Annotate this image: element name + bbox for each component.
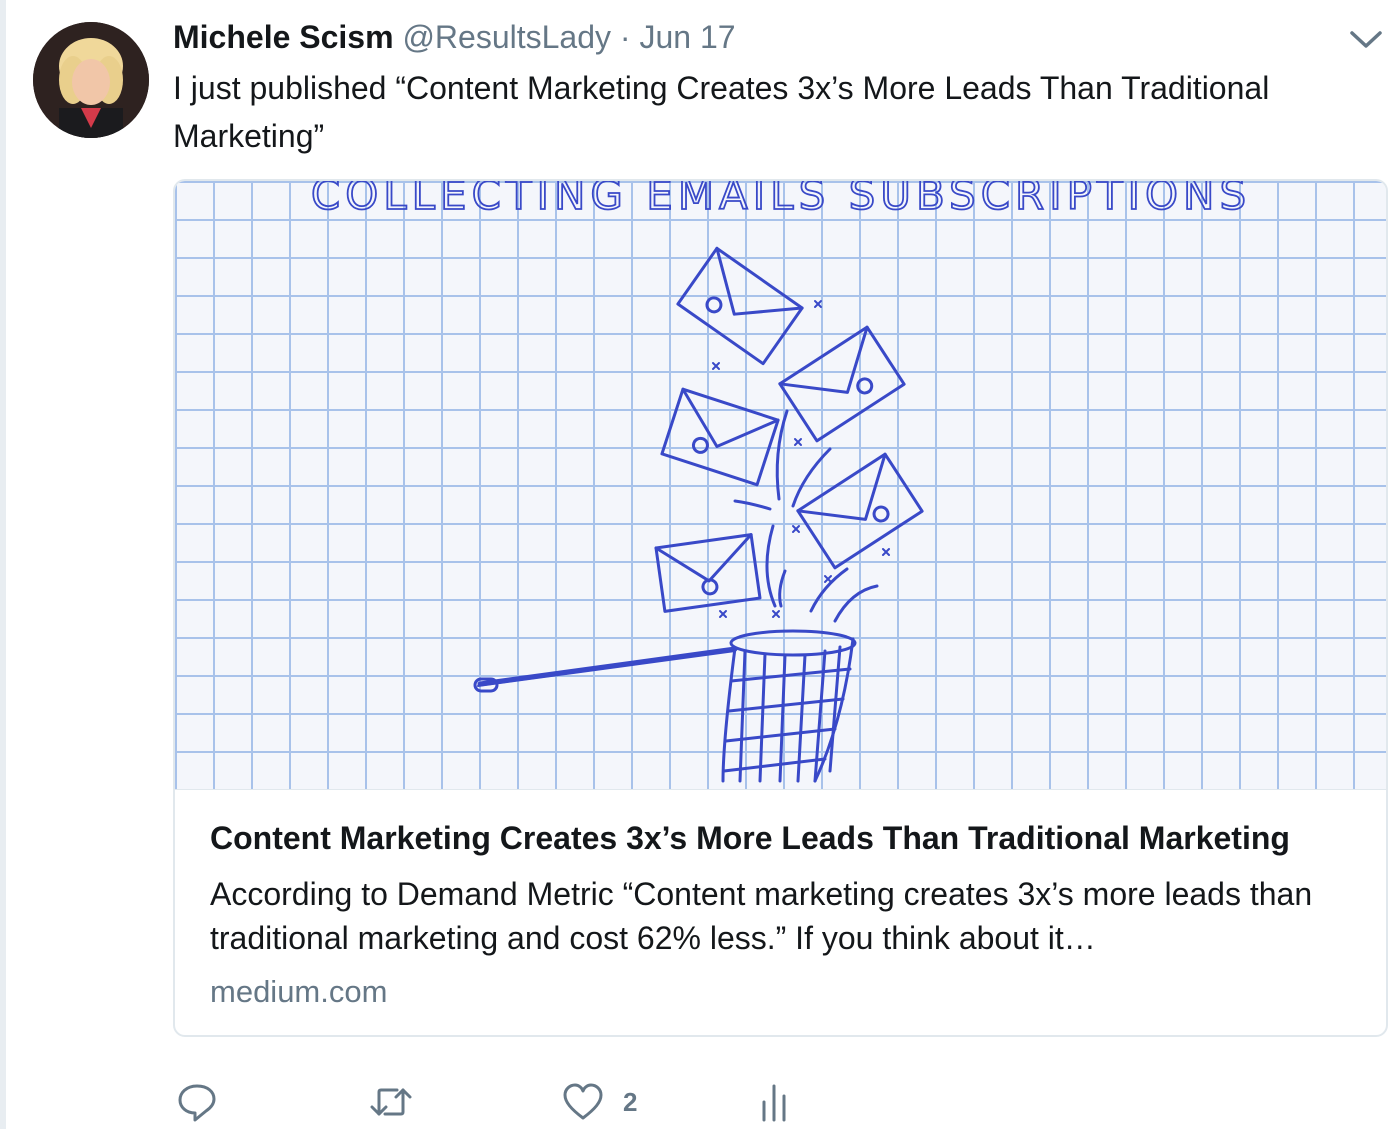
author-name[interactable]: Michele Scism [173, 19, 394, 55]
reply-button[interactable] [177, 1076, 217, 1128]
envelope-icon [796, 452, 924, 570]
tweet-date[interactable]: Jun 17 [639, 19, 735, 55]
analytics-button[interactable] [761, 1076, 787, 1128]
analytics-icon [761, 1082, 787, 1122]
envelope-icon [660, 387, 780, 487]
separator-dot: · [619, 19, 631, 55]
chevron-down-icon[interactable] [1348, 26, 1384, 52]
avatar[interactable] [33, 22, 149, 138]
card-image: COLLECTING EMAILS SUBSCRIPTIONS [175, 181, 1386, 790]
timeline-edge [0, 0, 6, 1129]
retweet-button[interactable] [369, 1076, 413, 1128]
envelope-icon [676, 246, 804, 366]
card-description: According to Demand Metric “Content mark… [210, 876, 1313, 956]
like-count: 2 [623, 1086, 638, 1117]
tweet-text: I just published “Content Marketing Crea… [173, 70, 1270, 154]
author-handle[interactable]: @ResultsLady [402, 19, 611, 55]
envelope-icon [778, 325, 906, 443]
retweet-icon [369, 1082, 413, 1122]
like-button[interactable]: 2 [563, 1076, 637, 1128]
card-domain: medium.com [210, 974, 388, 1009]
link-card[interactable]: COLLECTING EMAILS SUBSCRIPTIONS Content … [173, 179, 1388, 1037]
card-text: Content Marketing Creates 3x’s More Lead… [210, 818, 1370, 1012]
tweet-header: Michele Scism @ResultsLady · Jun 17 [173, 18, 736, 56]
heart-icon [563, 1083, 603, 1121]
envelope-icon [654, 533, 762, 613]
tweet-actions: 2 [173, 1076, 873, 1132]
card-image-text: COLLECTING EMAILS SUBSCRIPTIONS [311, 181, 1251, 219]
card-title[interactable]: Content Marketing Creates 3x’s More Lead… [210, 818, 1370, 858]
reply-icon [177, 1082, 217, 1122]
